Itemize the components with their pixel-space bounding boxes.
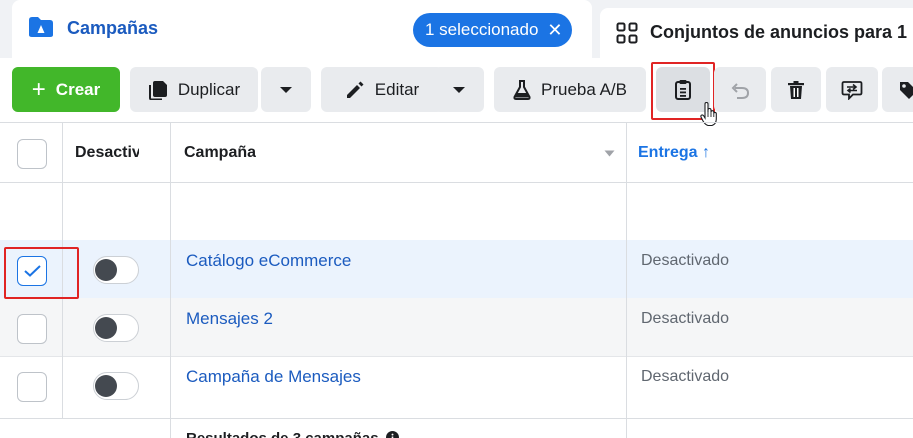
select-all-checkbox[interactable] [17,139,47,169]
campaign-name-link[interactable]: Campaña de Mensajes [186,367,361,387]
trash-icon [788,80,804,99]
edit-label: Editar [374,79,420,99]
edit-button[interactable]: Editar [321,67,443,112]
footer-divider [0,418,913,419]
pencil-icon [346,81,364,98]
sort-caret-icon[interactable] [604,150,615,157]
create-button[interactable]: + Crear [12,67,120,112]
campaign-name-link[interactable]: Mensajes 2 [186,309,273,329]
folder-icon [29,17,53,37]
plus-icon: + [31,75,46,103]
campaign-toggle[interactable] [93,372,139,400]
transfer-icon [841,80,863,100]
duplicate-icon [148,80,167,100]
row-checkbox[interactable] [17,314,47,344]
campaigns-table: Desactivado Campaña Entrega ↑ Catálogo e… [0,122,913,438]
tab-title: Campañas [67,18,159,38]
delivery-status: Desactivado [641,368,730,385]
delete-button[interactable] [771,67,821,112]
caret-down-icon [280,86,292,93]
column-header-campaign[interactable]: Campaña [184,144,256,162]
duplicate-dropdown-button[interactable] [261,67,311,112]
campaigns-panel: + Crear Duplicar Editar Prueba A/B Desac… [0,58,913,438]
export-button[interactable] [826,67,878,112]
tab-campaigns[interactable]: Campañas 1 seleccionado ✕ [12,0,592,66]
caret-down-icon [453,86,465,93]
ab-test-label: Prueba A/B [540,79,627,99]
tag-icon [900,81,913,99]
checkbox-highlight [4,247,79,299]
campaign-toggle[interactable] [93,314,139,342]
selection-badge[interactable]: 1 seleccionado ✕ [413,13,573,47]
campaign-toggle[interactable] [93,256,139,284]
create-label: Crear [55,79,101,99]
column-divider [626,123,627,438]
results-summary-label: Resultados de 3 campañas [186,430,379,438]
toggle-knob [95,259,117,281]
toolbar: + Crear Duplicar Editar Prueba A/B [0,58,913,127]
tab-bar: Campañas 1 seleccionado ✕ Conjuntos de a… [0,0,913,66]
row-checkbox[interactable] [17,372,47,402]
selection-badge-label: 1 seleccionado [425,20,539,39]
edit-dropdown-button[interactable] [434,67,484,112]
tab-title: Conjuntos de anuncios para 1 [650,22,908,42]
column-header-delivery[interactable]: Entrega ↑ [638,144,710,162]
column-header-delivery-label: Entrega [638,144,698,161]
campaign-name-link[interactable]: Catálogo eCommerce [186,251,351,271]
tag-button[interactable] [882,67,913,112]
toggle-knob [95,375,117,397]
row-divider [0,356,913,357]
undo-icon [731,82,750,99]
toggle-knob [95,317,117,339]
duplicate-label: Duplicar [177,79,241,99]
delivery-status: Desactivado [641,252,730,269]
column-header-toggle[interactable]: Desactivado [75,144,139,162]
flask-icon [513,79,531,100]
grid-icon [616,22,638,44]
sort-arrow-up-icon: ↑ [702,144,711,161]
duplicate-button[interactable]: Duplicar [130,67,258,112]
column-divider [170,123,171,438]
header-divider [0,182,913,183]
delivery-status: Desactivado [641,310,730,327]
ab-test-button[interactable]: Prueba A/B [494,67,646,112]
results-summary: Resultados de 3 campañas [186,430,399,438]
close-icon[interactable]: ✕ [547,13,562,47]
info-icon[interactable] [385,431,399,438]
tab-ad-sets[interactable]: Conjuntos de anuncios para 1 [600,8,913,58]
undo-button[interactable] [714,67,766,112]
